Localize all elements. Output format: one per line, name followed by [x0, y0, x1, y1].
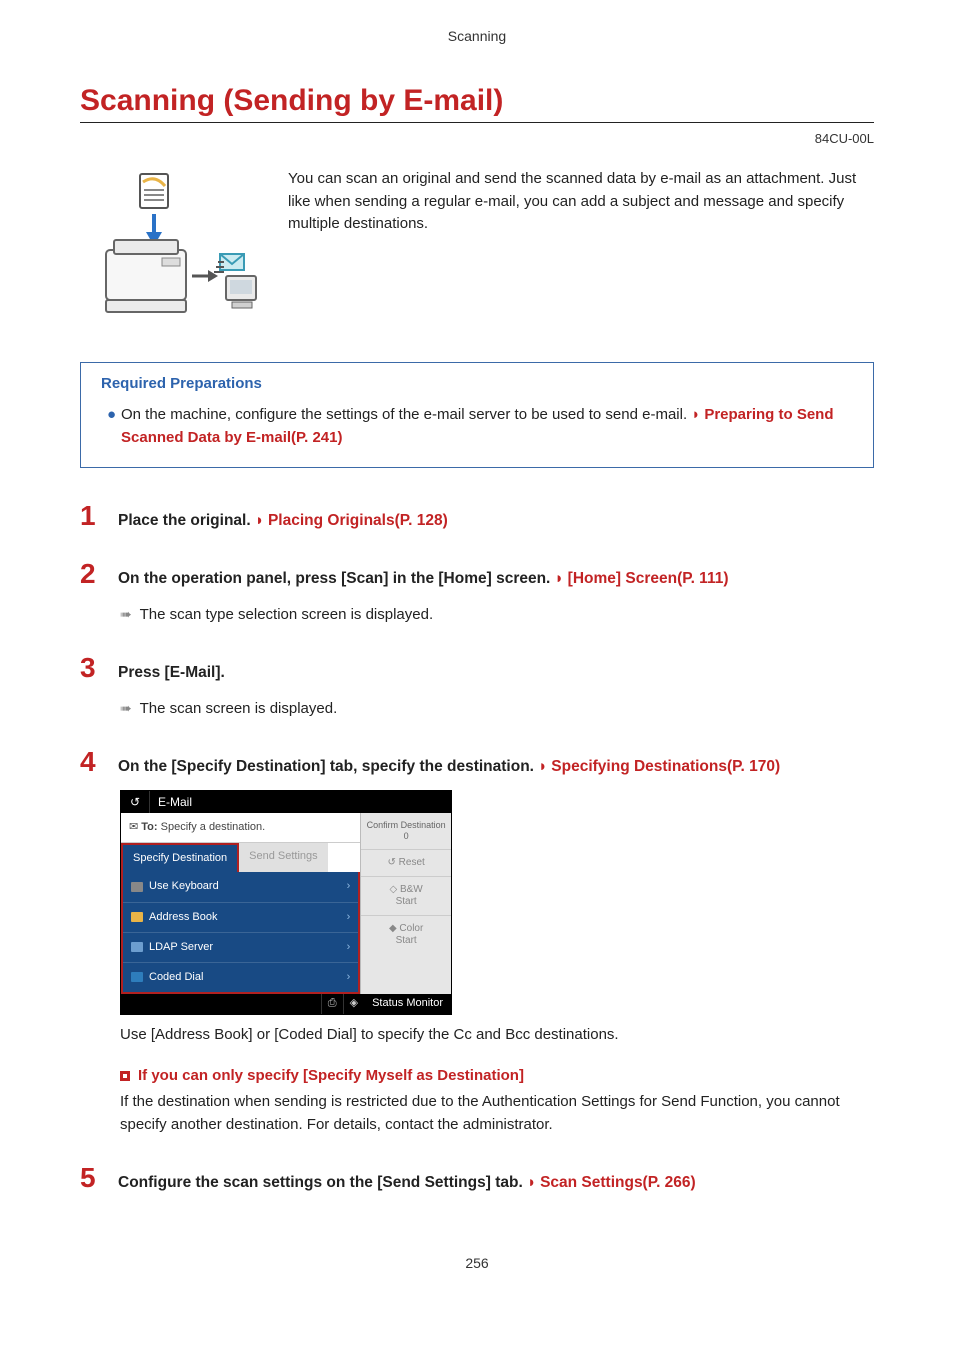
coded-dial-icon [131, 972, 143, 982]
step-1-title: Place the original. [118, 512, 255, 529]
panel-tab-send-settings[interactable]: Send Settings [239, 843, 328, 872]
panel-to-label: To: [141, 821, 157, 833]
panel-to-line[interactable]: ✉ To: Specify a destination. [121, 813, 360, 843]
chevron-right-icon: › [347, 939, 351, 956]
result-arrow-icon: ➠ [120, 606, 132, 622]
step-4-subbody: If the destination when sending is restr… [120, 1091, 874, 1136]
intro-illustration [80, 164, 260, 334]
square-bullet-icon [120, 1071, 130, 1081]
panel-tab-specify-destination[interactable]: Specify Destination [121, 843, 239, 872]
step-1-xref[interactable]: ◗Placing Originals(P. 128) [255, 512, 448, 529]
network-icon: ⎙ [321, 994, 343, 1014]
step-3-result: The scan screen is displayed. [140, 700, 338, 717]
step-number: 4 [80, 748, 106, 776]
keyboard-icon [131, 882, 143, 892]
step-4-subhead: If you can only specify [Specify Myself … [138, 1064, 524, 1087]
step-4-xref[interactable]: ◗Specifying Destinations(P. 170) [538, 758, 780, 775]
panel-bw-start[interactable]: ◇ B&W Start [361, 877, 451, 916]
play-icon: ◗ [255, 510, 267, 532]
page-number: 256 [80, 1255, 874, 1271]
address-book-icon [131, 912, 143, 922]
step-4-title: On the [Specify Destination] tab, specif… [118, 758, 538, 775]
step-number: 5 [80, 1164, 106, 1192]
status-icon: ◈ [343, 994, 364, 1014]
panel-color-start[interactable]: ◆ Color Start [361, 916, 451, 954]
step-5-xref[interactable]: ◗Scan Settings(P. 266) [527, 1174, 696, 1191]
panel-status-monitor[interactable]: Status Monitor [364, 995, 451, 1012]
ldap-icon [131, 942, 143, 952]
step-2-result: The scan type selection screen is displa… [140, 606, 434, 623]
panel-back-button[interactable]: ↺ [121, 791, 150, 813]
doc-id: 84CU-00L [80, 131, 874, 146]
panel-reset[interactable]: ↺ Reset [361, 850, 451, 877]
title-rule [80, 122, 874, 123]
step-2-title: On the operation panel, press [Scan] in … [118, 570, 555, 587]
intro-text: You can scan an original and send the sc… [288, 164, 874, 236]
step-5-title: Configure the scan settings on the [Send… [118, 1174, 527, 1191]
panel-title: E-Mail [150, 793, 451, 812]
panel-item-ldap-server[interactable]: LDAP Server › [123, 933, 358, 963]
panel-to-placeholder: Specify a destination. [161, 821, 266, 833]
panel-item-address-book[interactable]: Address Book › [123, 903, 358, 933]
step-3-title: Press [E-Mail]. [118, 664, 225, 681]
page-title: Scanning (Sending by E-mail) [80, 84, 874, 118]
chapter-title: Scanning [80, 28, 874, 44]
result-arrow-icon: ➠ [120, 700, 132, 716]
step-number: 2 [80, 560, 106, 588]
panel-screenshot: ↺ E-Mail ✉ To: Specify a destination. Sp… [120, 790, 452, 1014]
chevron-right-icon: › [347, 909, 351, 926]
prep-text: On the machine, configure the settings o… [121, 406, 691, 423]
step-2-xref[interactable]: ◗[Home] Screen(P. 111) [555, 570, 729, 587]
play-icon: ◗ [555, 568, 567, 590]
chevron-right-icon: › [347, 969, 351, 986]
play-icon: ◗ [691, 404, 703, 427]
step-4-after-panel: Use [Address Book] or [Coded Dial] to sp… [120, 1023, 874, 1046]
step-number: 3 [80, 654, 106, 682]
step-number: 1 [80, 502, 106, 530]
chevron-right-icon: › [347, 878, 351, 895]
preparations-title: Required Preparations [101, 375, 853, 392]
panel-item-coded-dial[interactable]: Coded Dial › [123, 963, 358, 992]
bullet-icon: ● [107, 404, 121, 427]
play-icon: ◗ [527, 1172, 539, 1194]
panel-item-use-keyboard[interactable]: Use Keyboard › [123, 872, 358, 902]
panel-confirm-destination[interactable]: Confirm Destination0 [361, 813, 451, 850]
preparations-box: Required Preparations ● On the machine, … [80, 362, 874, 468]
play-icon: ◗ [538, 756, 550, 778]
